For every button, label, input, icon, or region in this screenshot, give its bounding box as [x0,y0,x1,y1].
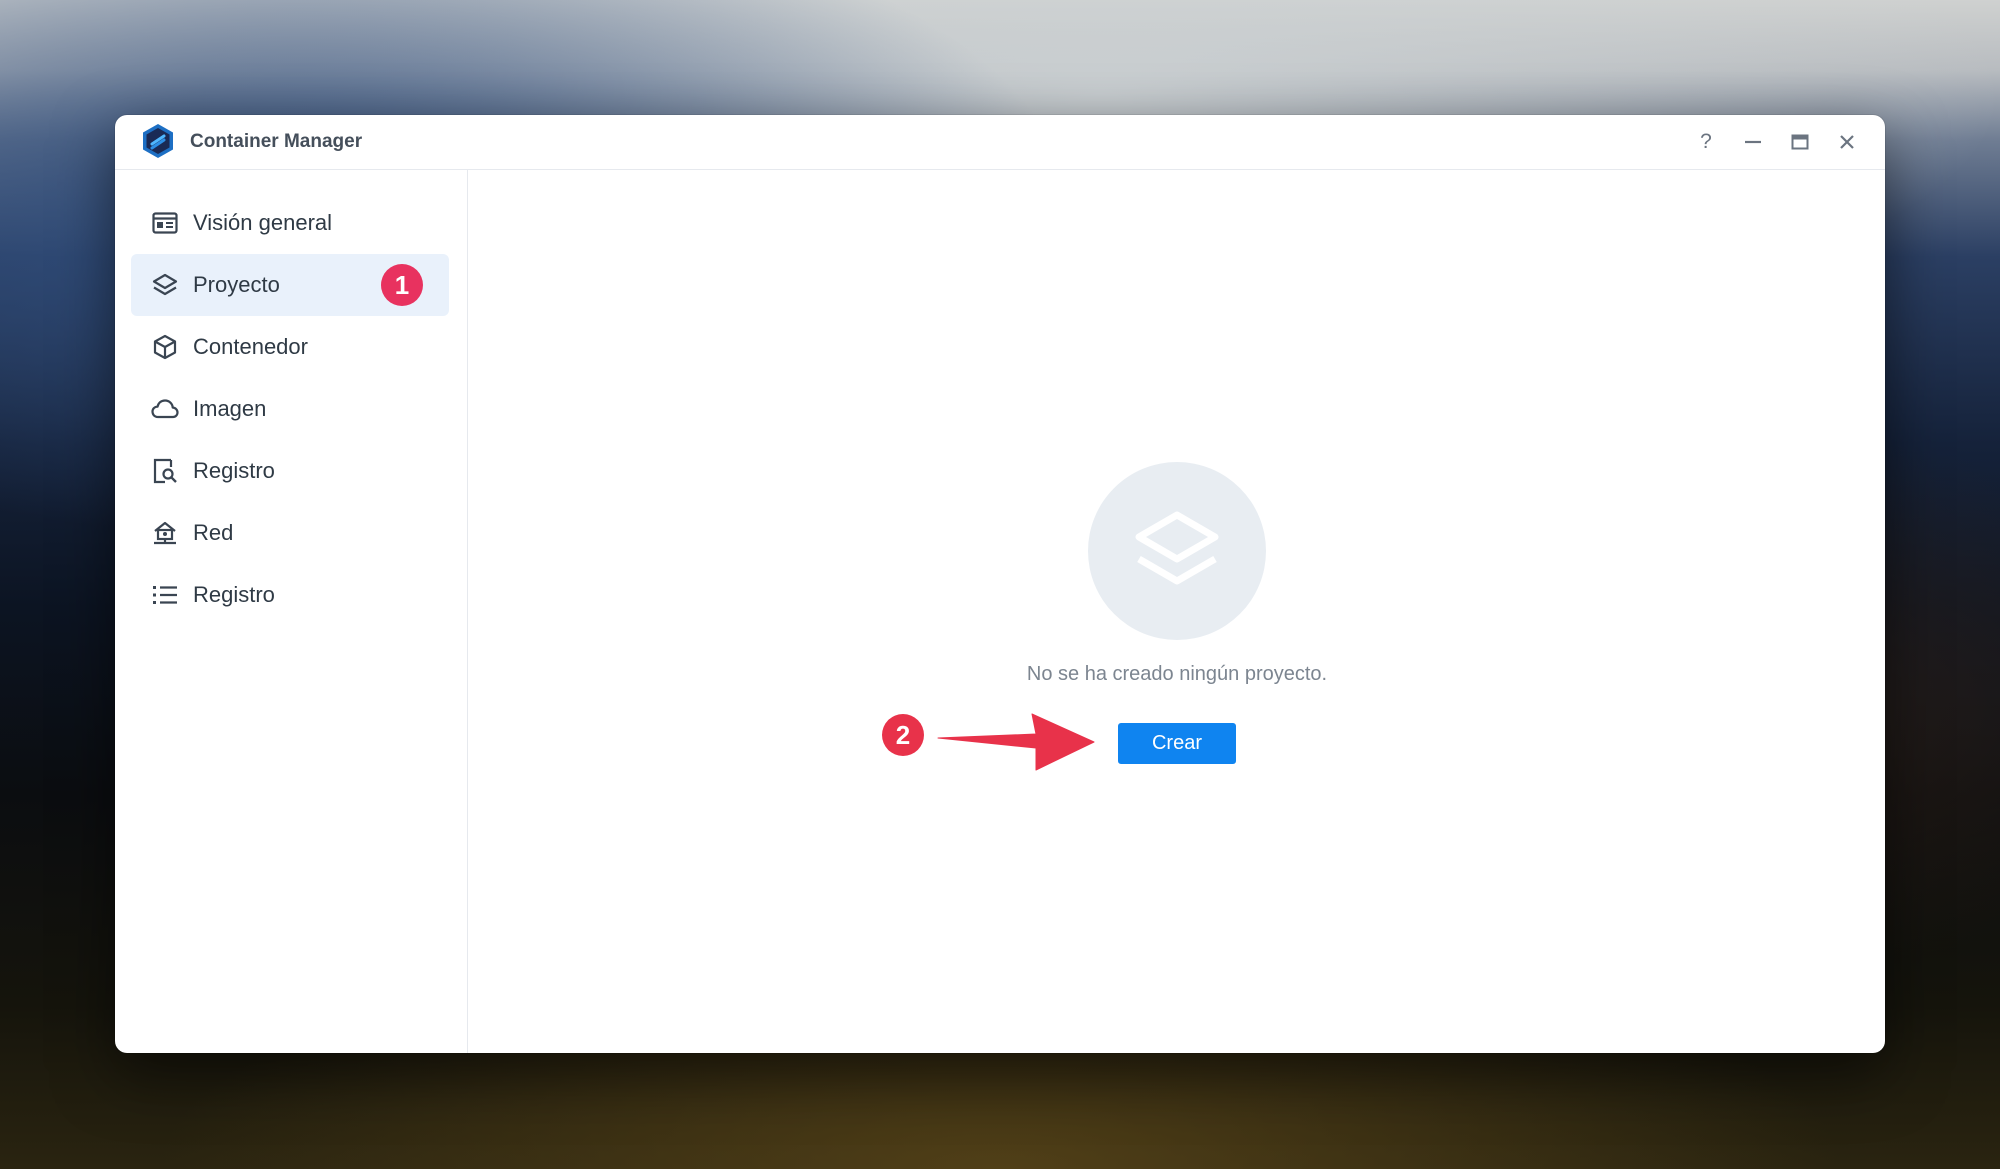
main-content: No se ha creado ningún proyecto. 2 Crear [468,170,1885,1053]
sidebar-item-imagen[interactable]: Imagen [131,378,449,440]
close-icon [1840,135,1854,149]
sidebar-item-label: Proyecto [193,272,280,297]
sidebar-item-label: Red [193,520,234,545]
sidebar-item-label: Imagen [193,396,267,421]
app-window: Container Manager ? Visión general Proye… [115,115,1885,1053]
app-title: Container Manager [190,131,363,152]
step-1-badge: 1 [381,264,423,306]
sidebar-item-label: Visión general [193,210,333,235]
sidebar-item-vision-general[interactable]: Visión general [131,192,449,254]
cloud-icon [151,395,179,423]
sidebar-item-red[interactable]: Red [131,502,449,564]
close-button[interactable] [1835,130,1859,154]
minimize-icon [1745,140,1761,144]
title-bar: Container Manager ? [115,115,1885,170]
maximize-button[interactable] [1788,130,1812,154]
sidebar: Visión general Proyecto 1 Contenedor Ima… [115,170,468,1053]
sidebar-item-label: Registro [193,582,275,607]
sidebar-item-registro[interactable]: Registro [131,440,449,502]
annotation-arrow-icon [937,713,1095,771]
sidebar-item-registro-list[interactable]: Registro [131,564,449,626]
network-icon [151,519,179,547]
sidebar-item-label: Registro [193,458,275,483]
sidebar-item-proyecto[interactable]: Proyecto 1 [131,254,449,316]
sidebar-item-contenedor[interactable]: Contenedor [131,316,449,378]
layers-icon [1135,511,1219,585]
empty-state-illustration [1088,462,1266,640]
cube-icon [151,333,179,361]
window-controls: ? [1694,115,1859,169]
empty-state-message: No se ha creado ningún proyecto. [1026,663,1328,685]
sidebar-item-label: Contenedor [193,334,308,359]
list-icon [151,581,179,609]
document-search-icon [151,457,179,485]
layers-icon [151,271,179,299]
create-project-button[interactable]: Crear [1118,723,1236,764]
overview-icon [151,209,179,237]
sidebar-nav: Visión general Proyecto 1 Contenedor Ima… [115,170,467,626]
container-manager-logo-icon [143,124,173,158]
maximize-icon [1791,134,1809,150]
help-button[interactable]: ? [1694,130,1718,154]
step-2-badge: 2 [882,714,924,756]
minimize-button[interactable] [1741,130,1765,154]
